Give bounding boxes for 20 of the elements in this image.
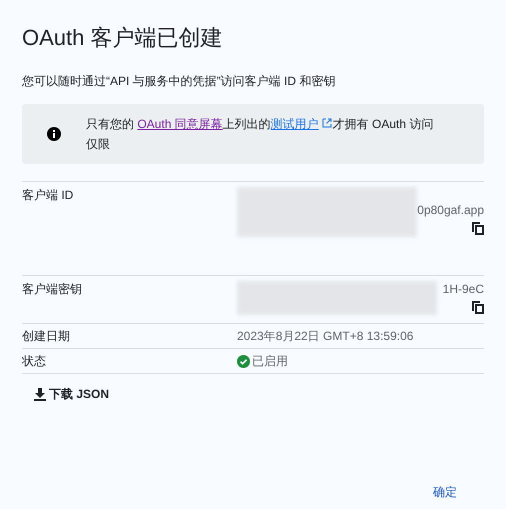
download-json-button[interactable]: 下载 JSON (34, 382, 110, 407)
info-icon (47, 127, 61, 141)
test-users-link[interactable]: 测试用户 (270, 117, 319, 131)
download-icon (34, 388, 46, 401)
notice-text: 只有您的 OAuth 同意屏幕上列出的测试用户 才拥有 OAuth 访问仅限 (86, 116, 434, 153)
dialog-title: OAuth 客户端已创建 (22, 24, 224, 52)
confirm-button[interactable]: 确定 (433, 484, 457, 501)
status-value: 已启用 (252, 353, 288, 369)
description-text: 您可以随时通过“API 与服务中的凭据”访问客户端 ID 和密钥 (22, 73, 336, 89)
field-label: 客户端 ID (22, 187, 74, 203)
copy-icon[interactable] (472, 222, 484, 235)
field-value: 2023年8月22日 GMT+8 13:59:06 (237, 328, 414, 344)
field-label: 客户端密钥 (22, 281, 83, 297)
external-link-icon (322, 118, 332, 128)
consent-screen-link[interactable]: OAuth 同意屏幕 (137, 117, 223, 131)
field-value: 0p80gaf.app (417, 202, 484, 218)
field-label: 状态 (22, 353, 47, 369)
copy-icon[interactable] (472, 301, 484, 314)
field-value: 1H-9eC (442, 281, 484, 297)
field-label: 创建日期 (22, 328, 71, 344)
